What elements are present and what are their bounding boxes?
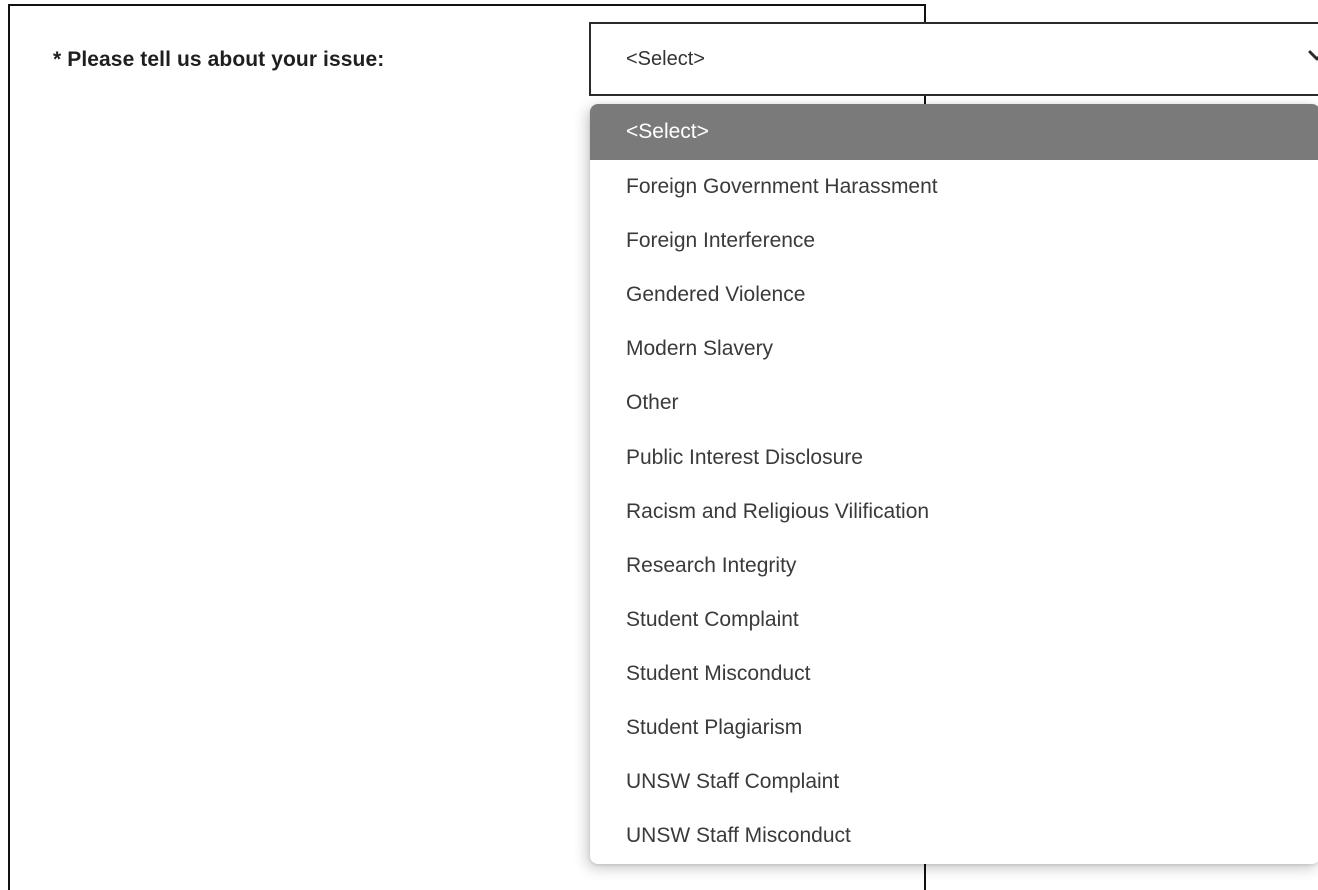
dropdown-option-unsw-staff-complaint[interactable]: UNSW Staff Complaint: [590, 755, 1318, 809]
dropdown-option-foreign-government-harassment[interactable]: Foreign Government Harassment: [590, 160, 1318, 214]
dropdown-option-modern-slavery[interactable]: Modern Slavery: [590, 322, 1318, 376]
issue-dropdown-list: <Select> Foreign Government Harassment F…: [590, 104, 1318, 864]
dropdown-option-select[interactable]: <Select>: [590, 104, 1318, 160]
dropdown-option-public-interest-disclosure[interactable]: Public Interest Disclosure: [590, 430, 1318, 484]
dropdown-option-other[interactable]: Other: [590, 376, 1318, 430]
chevron-down-icon: [1308, 50, 1318, 61]
dropdown-option-gendered-violence[interactable]: Gendered Violence: [590, 268, 1318, 322]
dropdown-option-student-complaint[interactable]: Student Complaint: [590, 593, 1318, 647]
dropdown-option-unsw-staff-misconduct[interactable]: UNSW Staff Misconduct: [590, 809, 1318, 863]
page: * Please tell us about your issue: <Sele…: [0, 0, 1318, 890]
dropdown-option-racism-and-religious-vilification[interactable]: Racism and Religious Vilification: [590, 485, 1318, 539]
dropdown-option-research-integrity[interactable]: Research Integrity: [590, 539, 1318, 593]
issue-select-value: <Select>: [626, 48, 705, 70]
issue-label: * Please tell us about your issue:: [53, 48, 385, 71]
dropdown-option-foreign-interference[interactable]: Foreign Interference: [590, 214, 1318, 268]
dropdown-option-student-misconduct[interactable]: Student Misconduct: [590, 647, 1318, 701]
issue-select[interactable]: <Select>: [589, 22, 1318, 96]
dropdown-option-student-plagiarism[interactable]: Student Plagiarism: [590, 701, 1318, 755]
